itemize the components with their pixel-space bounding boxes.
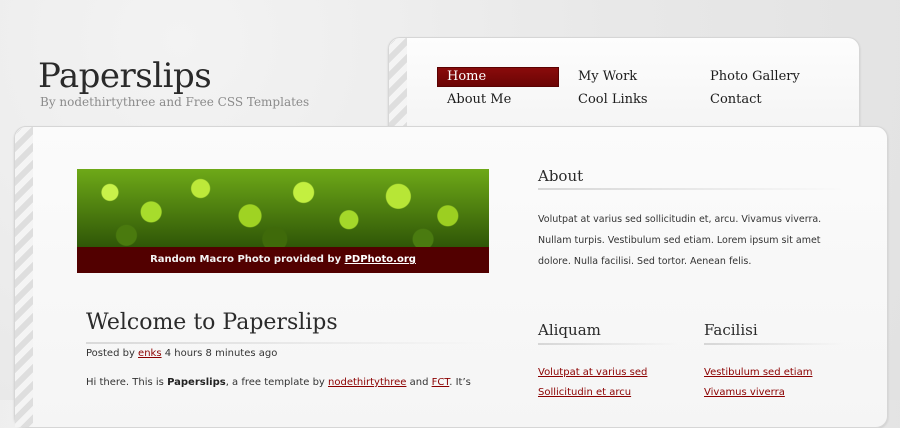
photo-credit-link[interactable]: PDPhoto.org: [345, 254, 416, 265]
site-subtitle: By nodethirtythree and Free CSS Template…: [40, 95, 310, 109]
facilisi-heading: Facilisi: [704, 321, 758, 339]
post-link-fct[interactable]: FCT: [432, 377, 450, 388]
facilisi-link-2[interactable]: Vivamus viverra: [704, 387, 785, 398]
photo-caption: Random Macro Photo provided by PDPhoto.o…: [77, 247, 489, 273]
post-body-text-4: . It’s: [449, 377, 471, 388]
post-meta-time: 4 hours 8 minutes ago: [161, 348, 278, 359]
site-title: Paperslips: [38, 56, 212, 96]
nav-item-photo-gallery[interactable]: Photo Gallery: [700, 67, 800, 87]
post-link-nodethirtythree[interactable]: nodethirtythree: [328, 377, 406, 388]
aliquam-heading: Aliquam: [538, 321, 601, 339]
post-title-rule: [86, 342, 486, 344]
macro-photo: [77, 169, 489, 247]
aliquam-heading-rule: [538, 343, 678, 345]
nav-item-my-work[interactable]: My Work: [568, 67, 637, 87]
post-body-text-3: and: [406, 377, 432, 388]
facilisi-link-1[interactable]: Vestibulum sed etiam: [704, 367, 812, 378]
post-author-link[interactable]: enks: [138, 348, 162, 359]
nav-item-about-me[interactable]: About Me: [437, 90, 511, 110]
post-body-text-1: Hi there. This is: [86, 377, 168, 388]
nav-item-cool-links[interactable]: Cool Links: [568, 90, 648, 110]
post-body-text-2: , a free template by: [225, 377, 329, 388]
post-meta-prefix: Posted by: [86, 348, 139, 359]
aliquam-link-2[interactable]: Sollicitudin et arcu: [538, 387, 631, 398]
post-body-bold: Paperslips: [167, 377, 226, 388]
about-heading-rule: [538, 188, 844, 190]
post-title: Welcome to Paperslips: [86, 310, 338, 335]
facilisi-heading-rule: [704, 343, 844, 345]
photo-caption-text: Random Macro Photo provided by: [150, 254, 345, 265]
post-meta: Posted by enks 4 hours 8 minutes ago: [86, 348, 277, 359]
post-body: Hi there. This is Paperslips, a free tem…: [86, 377, 486, 388]
nav-item-contact[interactable]: Contact: [700, 90, 762, 110]
about-text: Volutpat at varius sed sollicitudin et, …: [538, 214, 822, 267]
nav-item-home[interactable]: Home: [437, 67, 559, 87]
aliquam-link-1[interactable]: Volutpat at varius sed: [538, 367, 647, 378]
about-heading: About: [538, 167, 584, 185]
